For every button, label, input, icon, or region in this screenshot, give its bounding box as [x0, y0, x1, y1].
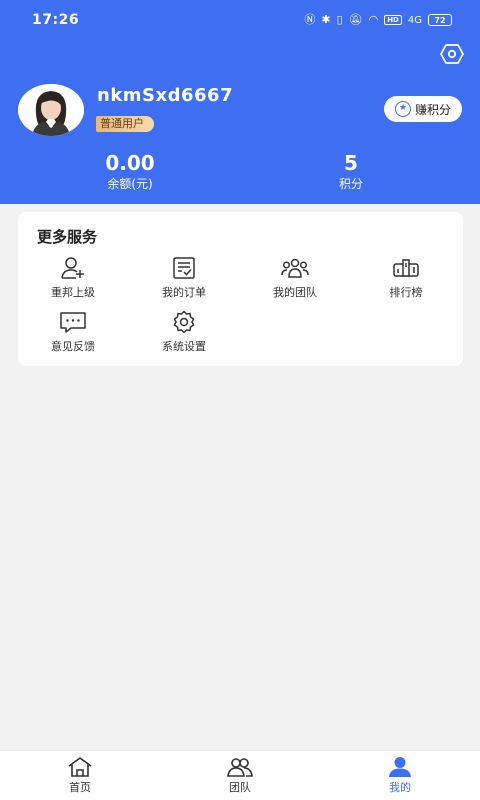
home-icon: [68, 757, 92, 777]
earn-points-label: 赚积分: [414, 102, 451, 117]
tab-label: 首页: [69, 781, 91, 794]
service-label: 重邦上级: [51, 286, 95, 299]
services-title: 更多服务: [37, 228, 98, 246]
settings-icon[interactable]: [440, 42, 464, 66]
star-icon: ★: [394, 101, 411, 117]
points-stat[interactable]: 5 积分: [311, 150, 391, 192]
service-my-team[interactable]: 我的团队: [240, 256, 350, 300]
status-time: 17:26: [32, 12, 80, 28]
battery-icon: 72: [428, 14, 452, 26]
bluetooth-icon: ✱: [321, 13, 331, 26]
tab-profile[interactable]: 我的: [320, 751, 480, 800]
service-add-superior[interactable]: 重邦上级: [18, 256, 128, 300]
user-level-badge: 普通用户: [96, 116, 154, 132]
gear-icon: [173, 310, 195, 334]
username: nkmSxd6667: [97, 85, 234, 106]
points-label: 积分: [338, 177, 363, 191]
service-label: 意见反馈: [51, 340, 95, 353]
wifi-icon: ◠: [368, 13, 379, 26]
profile-icon: [389, 757, 411, 777]
service-system-settings[interactable]: 系统设置: [129, 310, 239, 354]
add-user-icon: [61, 257, 84, 279]
earn-points-button[interactable]: ★ 赚积分: [384, 96, 462, 122]
ranking-icon: [393, 259, 419, 277]
tab-label: 我的: [389, 781, 411, 794]
service-my-orders[interactable]: 我的订单: [129, 256, 239, 300]
service-ranking[interactable]: 排行榜: [351, 256, 461, 300]
service-label: 我的订单: [162, 286, 206, 299]
service-label: 系统设置: [162, 340, 206, 353]
status-icons: Ⓝ ✱ ▯ 🔕︎ ◠ HD 4G 72: [304, 14, 452, 26]
hd-indicator: HD: [384, 15, 402, 25]
mute-icon: 🔕︎: [348, 13, 363, 26]
balance-value: 0.00: [105, 151, 155, 175]
points-value: 5: [344, 151, 358, 175]
network-indicator: 4G: [407, 14, 422, 26]
bottom-tab-bar: 首页 团队 我的: [0, 750, 480, 800]
nfc-icon: Ⓝ: [304, 13, 316, 26]
tab-team[interactable]: 团队: [160, 751, 320, 800]
team-icon: [227, 758, 253, 777]
service-label: 我的团队: [273, 286, 317, 299]
tab-label: 团队: [229, 781, 251, 794]
vibrate-icon: ▯: [336, 13, 343, 26]
avatar[interactable]: [18, 84, 84, 136]
service-feedback[interactable]: 意见反馈: [18, 310, 128, 354]
balance-stat[interactable]: 0.00 余额(元): [90, 150, 170, 192]
status-bar: 17:26 Ⓝ ✱ ▯ 🔕︎ ◠ HD 4G 72: [0, 0, 480, 40]
services-card: 更多服务 重邦上级 我的订单 我的团队 排行榜 意见反馈 系统设置: [18, 212, 463, 366]
feedback-icon: [60, 312, 86, 333]
team-icon: [281, 258, 309, 278]
tab-home[interactable]: 首页: [0, 751, 160, 800]
service-label: 排行榜: [389, 286, 423, 299]
balance-label: 余额(元): [107, 177, 153, 191]
order-icon: [173, 257, 195, 279]
profile-header: 17:26 Ⓝ ✱ ▯ 🔕︎ ◠ HD 4G 72 nkmSxd6667 普通用…: [0, 0, 480, 204]
avatar-image: [18, 84, 84, 136]
